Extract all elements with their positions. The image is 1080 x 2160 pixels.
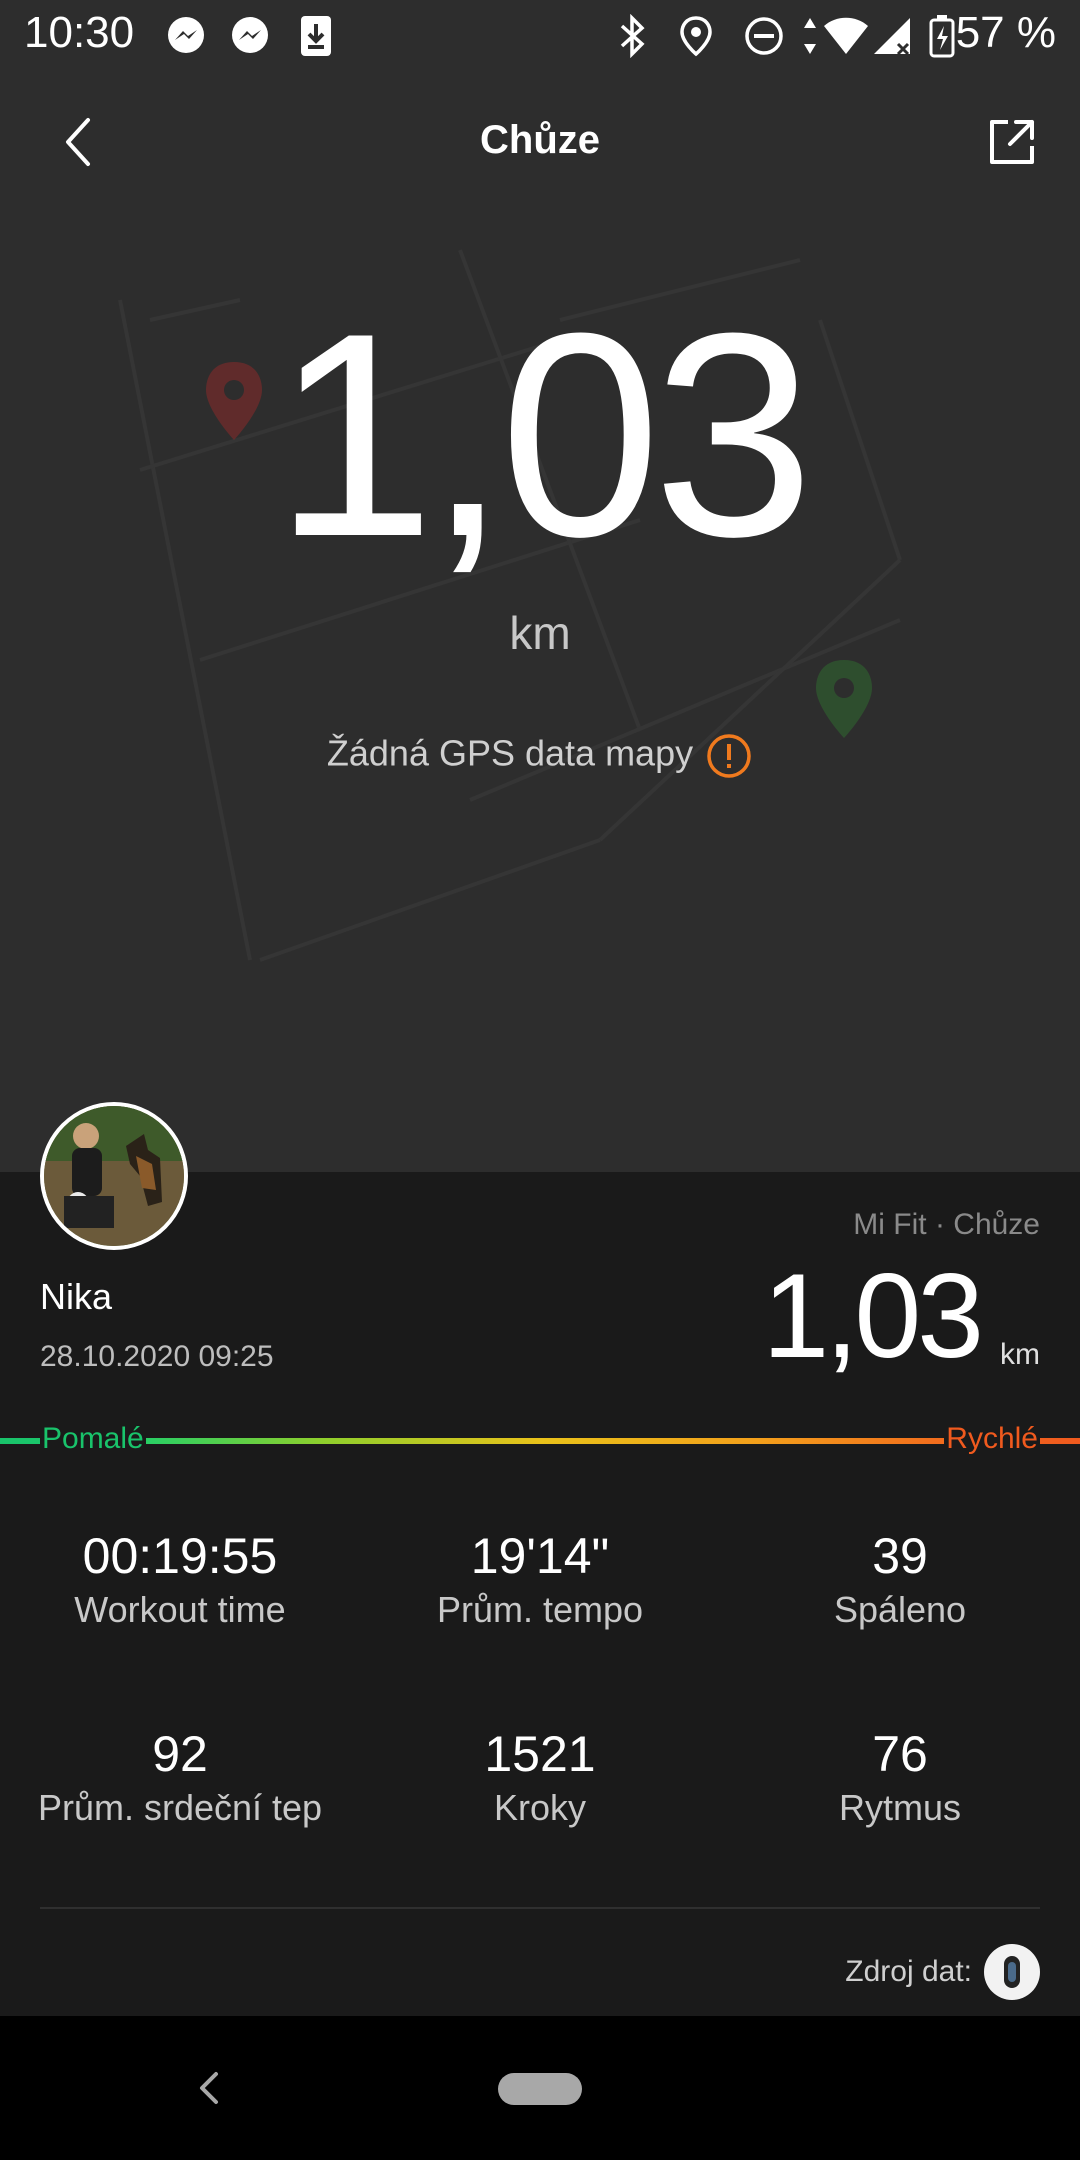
gps-note-text: Žádná GPS data mapy — [326, 732, 694, 774]
status-bar: 10:30 57 % — [0, 0, 1080, 72]
messenger-icon — [168, 17, 204, 53]
signal-icon — [874, 18, 910, 56]
stat-avg-pace: 19'14" Prům. tempo — [360, 1526, 720, 1632]
stat-label: Workout time — [74, 1589, 286, 1630]
map-area: 10:30 57 % Chůze 1,03 km Žádná GPS data … — [0, 0, 1080, 1172]
avatar-photo — [44, 1106, 184, 1246]
stat-label: Prům. srdeční tep — [37, 1787, 323, 1828]
stat-value: 1521 — [484, 1726, 596, 1782]
speed-label-fast: Rychlé — [944, 1422, 1040, 1456]
page-title: Chůze — [480, 118, 600, 162]
summary-unit: km — [1000, 1338, 1040, 1371]
fitness-band-icon — [984, 1944, 1040, 2000]
hero-distance: 1,03 — [273, 273, 814, 597]
workout-summary: Mi Fit · Chůze Nika 28.10.2020 09:25 1,0… — [0, 1102, 1080, 2016]
avatar — [40, 1102, 188, 1250]
battery-percent: 57 % — [955, 8, 1056, 57]
download-icon — [301, 16, 331, 56]
divider — [40, 1907, 1040, 1909]
speed-gradient-bar — [0, 1438, 1080, 1444]
wifi-icon — [824, 17, 868, 54]
stat-value: 92 — [152, 1726, 208, 1782]
stat-value: 19'14" — [470, 1528, 610, 1584]
bluetooth-icon — [620, 14, 645, 58]
stat-label: Spáleno — [833, 1589, 967, 1630]
workout-datetime: 28.10.2020 09:25 — [40, 1340, 274, 1373]
end-marker-icon — [816, 660, 872, 738]
source-label: Mi Fit · Chůze — [853, 1208, 1040, 1241]
stat-workout-time: 00:19:55 Workout time — [0, 1526, 360, 1632]
stat-avg-heart-rate: 92 Prům. srdeční tep — [0, 1724, 360, 1830]
stat-calories: 39 Spáleno — [720, 1526, 1080, 1632]
data-source-label: Zdroj dat: — [845, 1955, 972, 1988]
stat-value: 00:19:55 — [82, 1528, 278, 1584]
user-name: Nika — [40, 1276, 113, 1317]
messenger-icon — [232, 17, 268, 53]
warning-icon[interactable] — [705, 732, 753, 780]
header: Chůze — [0, 92, 1080, 192]
data-arrows-icon — [804, 18, 816, 54]
hero-unit: km — [509, 607, 571, 659]
stat-steps: 1521 Kroky — [360, 1724, 720, 1830]
navigation-bar — [0, 2016, 1080, 2160]
do-not-disturb-icon — [745, 17, 783, 55]
stat-cadence: 76 Rytmus — [720, 1724, 1080, 1830]
stat-label: Rytmus — [838, 1787, 961, 1828]
battery-icon — [929, 15, 955, 58]
stat-label: Prům. tempo — [436, 1589, 644, 1630]
stat-value: 76 — [872, 1726, 928, 1782]
nav-home-pill[interactable] — [498, 2073, 582, 2105]
summary-distance: 1,03 — [762, 1249, 984, 1383]
stat-value: 39 — [872, 1528, 928, 1584]
location-icon — [680, 16, 712, 57]
nav-back-icon[interactable] — [188, 2060, 228, 2116]
data-source[interactable]: Zdroj dat: — [845, 1942, 1040, 2002]
share-button[interactable] — [980, 110, 1044, 174]
stat-label: Kroky — [493, 1787, 587, 1828]
status-time: 10:30 — [24, 8, 135, 57]
gps-note: Žádná GPS data mapy — [0, 732, 1080, 780]
speed-label-slow: Pomalé — [40, 1422, 146, 1456]
